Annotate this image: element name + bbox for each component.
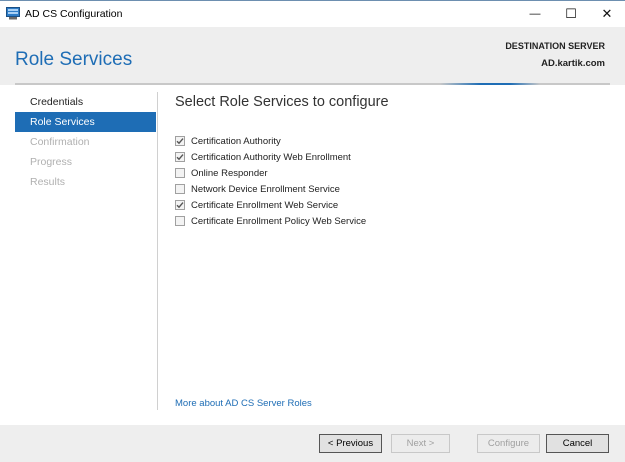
minimize-button[interactable]: —	[517, 1, 553, 27]
nav-item-results: Results	[30, 176, 66, 188]
minimize-icon: —	[529, 8, 541, 20]
title-bar: AD CS Configuration — ☐ ✕	[0, 0, 625, 27]
role-checkbox[interactable]	[175, 184, 185, 194]
role-row[interactable]: Certification Authority Web Enrollment	[175, 149, 366, 165]
checkmark-icon	[176, 138, 184, 145]
role-row[interactable]: Certificate Enrollment Web Service	[175, 197, 366, 213]
next-button[interactable]: Next >	[391, 434, 450, 453]
nav-item-progress: Progress	[30, 156, 73, 168]
nav-item-credentials[interactable]: Credentials	[15, 92, 156, 112]
maximize-button[interactable]: ☐	[553, 1, 589, 27]
role-label: Certification Authority Web Enrollment	[191, 151, 351, 163]
destination-server-value: AD.kartik.com	[541, 58, 605, 69]
role-row[interactable]: Online Responder	[175, 165, 366, 181]
server-manager-icon	[6, 7, 20, 20]
role-label: Certificate Enrollment Web Service	[191, 199, 339, 211]
window-title: AD CS Configuration	[25, 8, 123, 20]
role-checkbox[interactable]	[175, 216, 185, 226]
role-services-list: Certification Authority Certification Au…	[175, 133, 366, 229]
role-label: Network Device Enrollment Service	[191, 183, 340, 195]
role-label: Certification Authority	[191, 135, 281, 147]
nav-item-role-services[interactable]: Role Services	[15, 112, 156, 132]
role-checkbox[interactable]	[175, 168, 185, 178]
role-checkbox[interactable]	[175, 136, 185, 146]
checkmark-icon	[176, 202, 184, 209]
maximize-icon: ☐	[565, 6, 577, 21]
role-row[interactable]: Certification Authority	[175, 133, 366, 149]
role-row[interactable]: Network Device Enrollment Service	[175, 181, 366, 197]
role-label: Online Responder	[191, 167, 268, 179]
section-title: Select Role Services to configure	[175, 94, 389, 110]
nav-item-confirmation: Confirmation	[30, 136, 90, 148]
role-checkbox[interactable]	[175, 200, 185, 210]
role-checkbox[interactable]	[175, 152, 185, 162]
footer: < Previous Next > Configure Cancel	[0, 425, 625, 462]
cancel-button[interactable]: Cancel	[546, 434, 609, 453]
page-title: Role Services	[15, 49, 133, 70]
close-icon: ✕	[601, 6, 613, 21]
nav-divider	[157, 92, 158, 410]
progress-indicator	[440, 83, 540, 85]
wizard-navigation: Credentials Role Services Confirmation P…	[15, 92, 156, 192]
header: Role Services DESTINATION SERVER AD.kart…	[0, 27, 625, 85]
role-row[interactable]: Certificate Enrollment Policy Web Servic…	[175, 213, 366, 229]
configure-button[interactable]: Configure	[477, 434, 540, 453]
previous-button[interactable]: < Previous	[319, 434, 382, 453]
more-about-roles-link[interactable]: More about AD CS Server Roles	[175, 398, 312, 409]
close-button[interactable]: ✕	[589, 1, 625, 27]
role-label: Certificate Enrollment Policy Web Servic…	[191, 215, 367, 227]
destination-server-label: DESTINATION SERVER	[505, 41, 605, 51]
checkmark-icon	[176, 154, 184, 161]
